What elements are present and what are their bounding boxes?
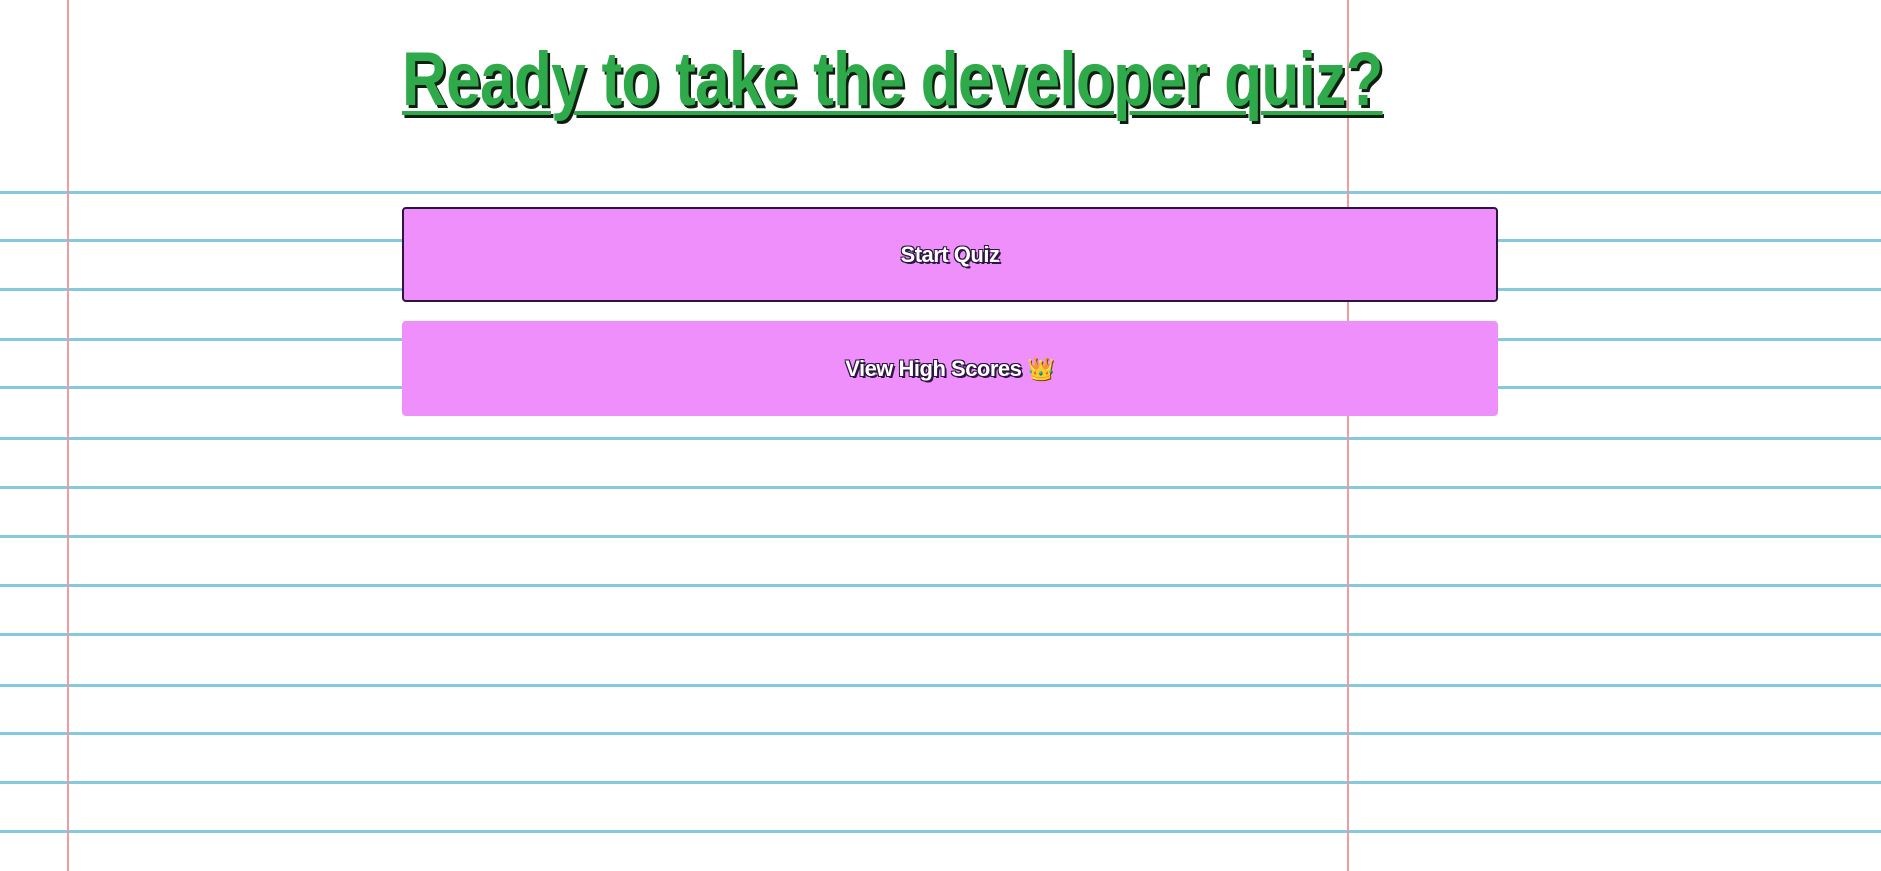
- view-high-scores-button[interactable]: View High Scores 👑: [402, 321, 1498, 416]
- start-quiz-button[interactable]: Start Quiz: [402, 207, 1498, 302]
- rule-line: [0, 437, 1881, 440]
- rule-line: [0, 584, 1881, 587]
- view-high-scores-label: View High Scores: [845, 355, 1022, 381]
- rule-line: [0, 732, 1881, 735]
- rule-line: [0, 486, 1881, 489]
- right-margin-line: [1347, 0, 1349, 871]
- rule-line: [0, 781, 1881, 784]
- page-title: Ready to take the developer quiz?: [402, 37, 1384, 122]
- crown-icon: 👑: [1027, 355, 1055, 381]
- rule-line: [0, 191, 1881, 194]
- rule-line: [0, 535, 1881, 538]
- left-margin-line: [67, 0, 69, 871]
- start-quiz-label: Start Quiz: [900, 241, 1000, 267]
- notebook-lines: [0, 0, 1881, 871]
- rule-line: [0, 830, 1881, 833]
- rule-line: [0, 684, 1881, 687]
- rule-line: [0, 633, 1881, 636]
